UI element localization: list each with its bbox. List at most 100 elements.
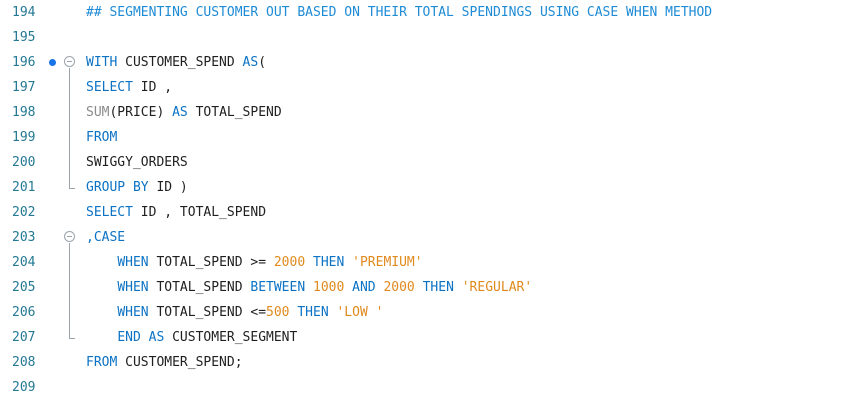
code-token: ,CASE [86,230,126,245]
code-token: 1000 [313,280,345,295]
line-number: 204 [12,255,36,270]
line-number: 205 [12,280,36,295]
code-text: SELECT ID , TOTAL_SPEND [86,205,266,220]
code-token: 2000 [383,280,415,295]
code-text: WITH CUSTOMER_SPEND AS( [86,55,266,70]
code-token: TOTAL_SPEND <= [148,305,267,320]
code-line[interactable]: 208 FROM CUSTOMER_SPEND; [0,350,864,375]
code-text: SUM(PRICE) AS TOTAL_SPEND [86,105,282,120]
code-token: ## SEGMENTING CUSTOMER OUT BASED ON THEI… [86,5,713,20]
code-token: CUSTOMER_SPEND; [117,355,243,370]
line-number: 208 [12,355,36,370]
code-token: 'PREMIUM' [352,255,423,270]
code-token: AS [172,105,188,120]
code-token: SELECT [86,80,133,95]
fold-guide-end [69,188,75,189]
code-token: ID , [132,80,173,95]
breakpoint-dot-icon[interactable] [49,59,56,66]
code-token: SWIGGY_ORDERS [86,155,188,170]
line-number: 206 [12,305,36,320]
code-token: 'REGULAR' [461,280,533,295]
code-text: FROM [86,130,117,145]
line-number: 198 [12,105,36,120]
code-token: TOTAL_SPEND [148,280,251,295]
code-line[interactable]: 204 WHEN TOTAL_SPEND >= 2000 THEN 'PREMI… [0,250,864,275]
code-token: END AS [117,330,165,345]
code-line[interactable]: 196 WITH CUSTOMER_SPEND AS( [0,50,864,75]
code-token: SUM [86,105,110,120]
line-number: 197 [12,80,36,95]
code-text: WHEN TOTAL_SPEND BETWEEN 1000 AND 2000 T… [86,280,532,295]
code-line[interactable]: 194 ## SEGMENTING CUSTOMER OUT BASED ON T… [0,0,864,25]
code-token: BETWEEN [250,280,306,295]
line-number: 199 [12,130,36,145]
fold-collapse-icon[interactable] [64,231,75,242]
code-line[interactable]: 197 SELECT ID , [0,75,864,100]
code-line[interactable]: 206 WHEN TOTAL_SPEND <=500 THEN 'LOW ' [0,300,864,325]
code-token: 2000 [273,255,306,270]
code-token: AS [242,55,259,70]
line-number: 202 [12,205,36,220]
line-number: 201 [12,180,36,195]
code-token: CUSTOMER_SPEND [117,55,243,70]
line-number: 196 [12,55,36,70]
code-token: AND [352,280,376,295]
code-text: SELECT ID , [86,80,172,95]
code-line[interactable]: 199 FROM [0,125,864,150]
line-number: 200 [12,155,36,170]
code-token: THEN [422,280,454,295]
code-token: WHEN [117,305,149,320]
fold-collapse-icon[interactable] [64,56,75,67]
code-token: TOTAL_SPEND [187,105,282,120]
code-token: FROM [86,355,118,370]
fold-guide-end [69,338,75,339]
code-text: GROUP BY ID ) [86,180,188,195]
line-number: 209 [12,380,36,395]
code-text: WHEN TOTAL_SPEND >= 2000 THEN 'PREMIUM' [86,255,423,270]
code-token: ID , TOTAL_SPEND [132,205,267,220]
code-text: END AS CUSTOMER_SEGMENT [86,330,297,345]
code-text: FROM CUSTOMER_SPEND; [86,355,243,370]
code-token: TOTAL_SPEND >= [148,255,274,270]
fold-guide [69,243,70,338]
code-line[interactable]: 195 [0,25,864,50]
fold-guide [69,68,70,188]
code-text: ## SEGMENTING CUSTOMER OUT BASED ON THEI… [86,5,712,20]
code-token: GROUP BY [86,180,149,195]
code-text: WHEN TOTAL_SPEND <=500 THEN 'LOW ' [86,305,383,320]
code-line[interactable]: 203 ,CASE [0,225,864,250]
code-line[interactable]: 198 SUM(PRICE) AS TOTAL_SPEND [0,100,864,125]
code-line[interactable]: 209 [0,375,864,400]
code-token: (PRICE) [109,105,173,120]
line-number: 207 [12,330,36,345]
code-line[interactable]: 205 WHEN TOTAL_SPEND BETWEEN 1000 AND 20… [0,275,864,300]
code-token: ID ) [148,180,188,195]
code-line[interactable]: 202 SELECT ID , TOTAL_SPEND [0,200,864,225]
line-number: 203 [12,230,36,245]
code-line[interactable]: 201 GROUP BY ID ) [0,175,864,200]
code-token: SELECT [86,205,133,220]
code-token: WITH [86,55,118,70]
code-token: WHEN [117,255,149,270]
code-token: WHEN [117,280,149,295]
code-editor[interactable]: 194 ## SEGMENTING CUSTOMER OUT BASED ON T… [0,0,864,405]
code-token: 'LOW ' [336,305,384,320]
code-line[interactable]: 207 END AS CUSTOMER_SEGMENT [0,325,864,350]
line-number: 194 [12,5,36,20]
code-token: CUSTOMER_SEGMENT [164,330,298,345]
code-text: ,CASE [86,230,125,245]
code-token: 500 [266,305,290,320]
code-text: SWIGGY_ORDERS [86,155,188,170]
code-line[interactable]: 200 SWIGGY_ORDERS [0,150,864,175]
code-token: THEN [297,305,329,320]
